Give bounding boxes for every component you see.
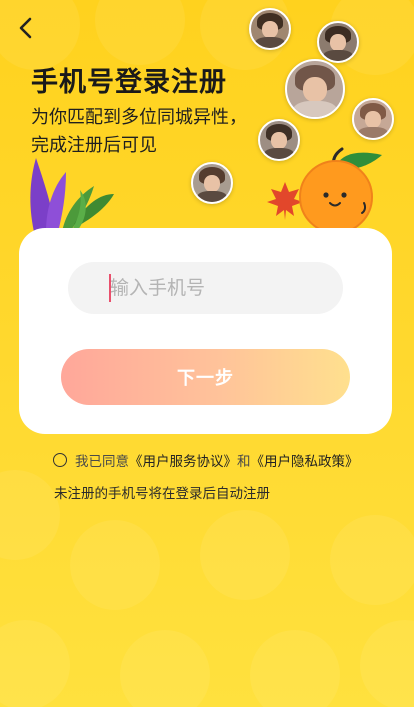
login-card: 下一步	[19, 228, 392, 434]
avatar	[191, 162, 233, 204]
page-subtitle: 为你匹配到多位同城异性，完成注册后可见	[31, 107, 247, 156]
text-caret	[109, 274, 111, 302]
auto-register-note: 未注册的手机号将在登录后自动注册	[54, 486, 270, 502]
user-agreement-link[interactable]: 《用户服务协议》	[129, 450, 237, 470]
page-title: 手机号登录注册	[31, 67, 227, 98]
next-step-button[interactable]: 下一步	[61, 349, 350, 405]
agreement-row: 我已同意 《用户服务协议》 和 《用户隐私政策》	[53, 450, 359, 470]
orange-mascot-icon	[299, 147, 382, 229]
radio-unchecked-icon[interactable]	[53, 453, 67, 467]
avatar	[285, 59, 345, 119]
avatar	[258, 119, 300, 161]
avatar	[317, 21, 359, 63]
avatar	[249, 8, 291, 50]
avatar	[352, 98, 394, 140]
privacy-policy-link[interactable]: 《用户隐私政策》	[251, 450, 359, 470]
chevron-left-icon	[19, 17, 32, 39]
agreement-prefix: 我已同意	[75, 454, 129, 470]
back-button[interactable]	[12, 14, 40, 42]
agreement-and: 和	[237, 454, 251, 470]
leaf-decoration-icon	[30, 158, 114, 232]
